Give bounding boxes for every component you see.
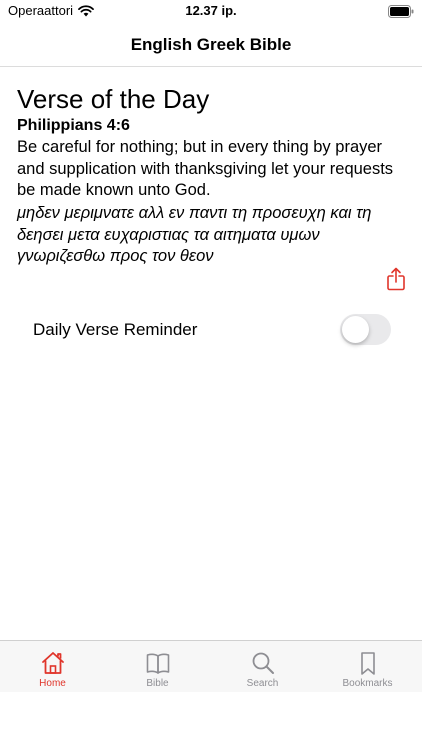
daily-reminder-row: Daily Verse Reminder	[0, 311, 422, 349]
tab-bar: Home Bible Search Bookmarks	[0, 640, 422, 692]
bookmark-icon	[361, 652, 375, 675]
book-icon	[146, 653, 170, 674]
daily-reminder-label: Daily Verse Reminder	[33, 320, 198, 339]
tab-bible-label: Bible	[146, 678, 169, 689]
toggle-knob	[342, 316, 369, 343]
navigation-bar: English Greek Bible	[0, 24, 422, 67]
nav-title: English Greek Bible	[130, 35, 292, 54]
verse-greek-text: μηδεν μεριμνατε αλλ εν παντι τη προσευχη…	[17, 204, 372, 265]
tab-search-label: Search	[246, 678, 279, 689]
tab-home[interactable]: Home	[0, 641, 105, 692]
status-bar: Operaattori 12.37 ip.	[0, 0, 422, 24]
share-icon[interactable]	[386, 267, 406, 291]
verse-reference: Philippians 4:6	[17, 117, 130, 134]
verse-of-day-heading: Verse of the Day	[17, 84, 210, 114]
tab-bookmarks-label: Bookmarks	[342, 678, 393, 689]
tab-bible[interactable]: Bible	[105, 641, 210, 692]
home-icon	[42, 652, 64, 674]
tab-bookmarks[interactable]: Bookmarks	[315, 641, 420, 692]
tab-search[interactable]: Search	[210, 641, 315, 692]
battery-icon	[388, 5, 414, 18]
search-icon	[252, 652, 274, 674]
tab-home-label: Home	[39, 678, 66, 689]
verse-english-text: Be careful for nothing; but in every thi…	[17, 138, 394, 199]
daily-reminder-toggle[interactable]	[340, 314, 391, 345]
clock: 12.37 ip.	[185, 3, 237, 18]
